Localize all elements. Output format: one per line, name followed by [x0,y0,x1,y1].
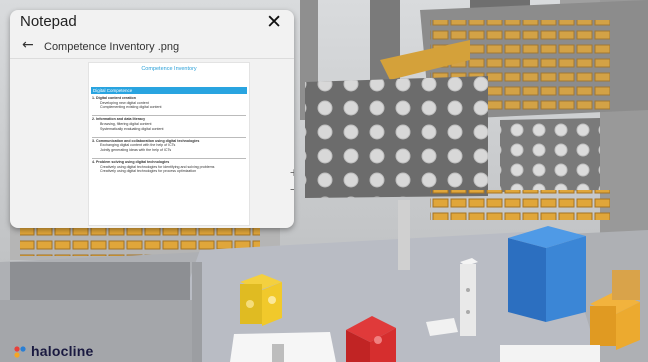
zoom-out-button[interactable]: − [288,184,294,196]
close-icon[interactable]: ✕ [266,11,282,33]
halocline-logo-mark [14,346,26,358]
separator [92,110,246,117]
separator [92,153,246,160]
notepad-panel: Notepad ✕ ← Competence Inventory .png Co… [10,10,294,228]
document-content: 1. Digital content creation Developing n… [92,96,246,174]
document-title: Competence Inventory [141,66,197,72]
separator [92,131,246,138]
document-banner: Digital Competence [91,87,247,94]
back-arrow-icon[interactable]: ← [22,37,34,53]
notepad-title: Notepad [20,13,77,30]
brand-name: halocline [31,343,94,359]
document-image: Competence Inventory Digital Competence … [88,62,250,226]
file-name: Competence Inventory .png [44,41,180,53]
zoom-in-button[interactable]: + [288,167,294,179]
list-item: Creatively using digital technologies fo… [100,169,197,174]
divider [10,58,294,59]
